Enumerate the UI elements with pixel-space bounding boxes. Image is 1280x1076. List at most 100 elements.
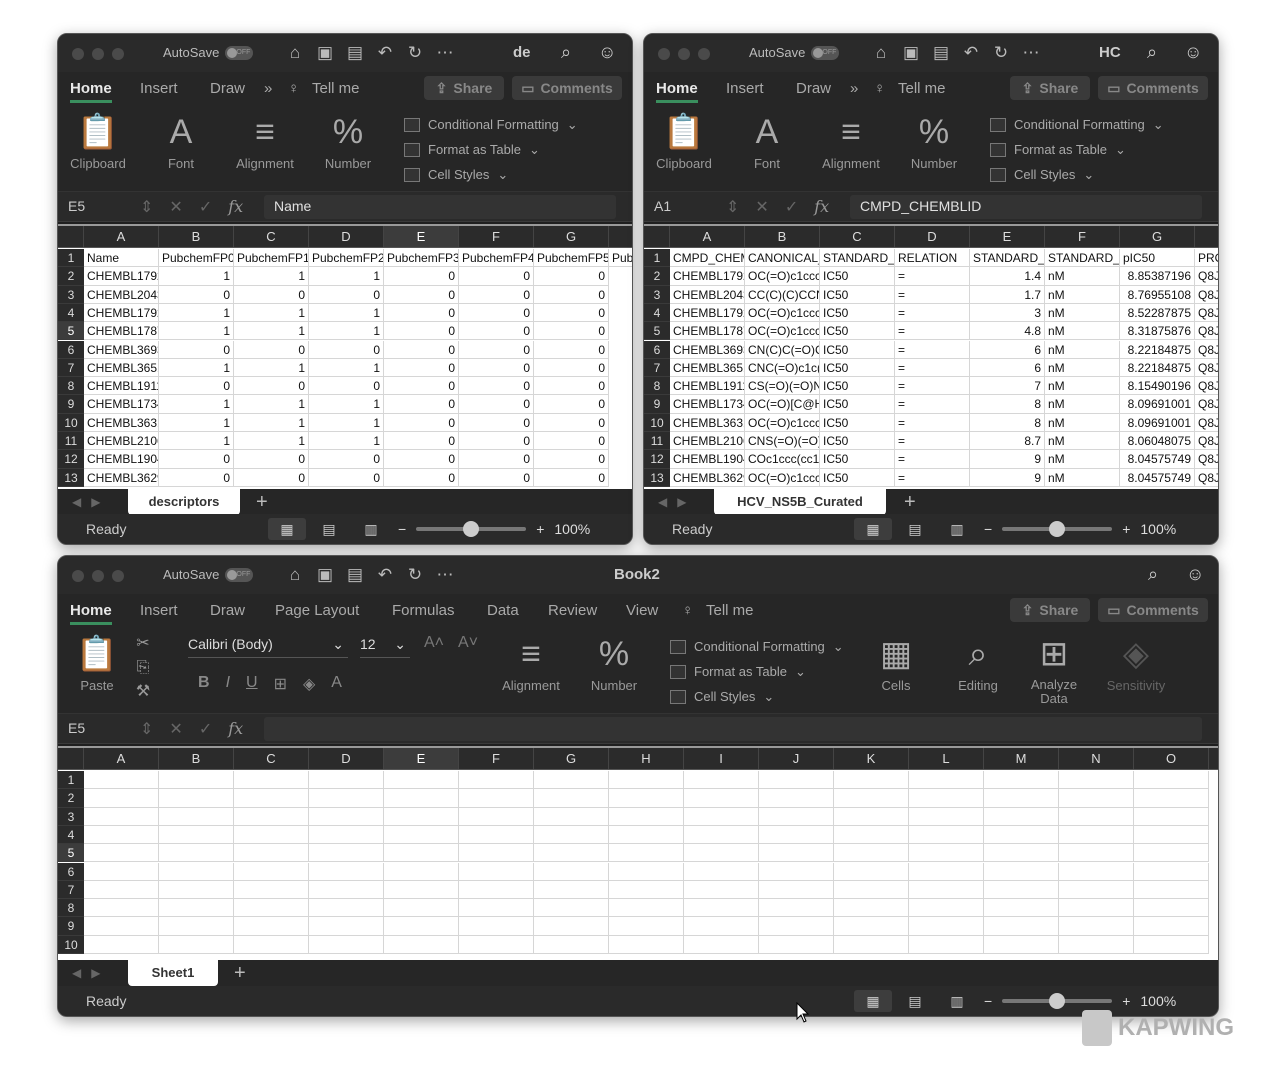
zoom-out-button[interactable]: − [984,521,992,537]
font-color-icon[interactable]: A [331,674,342,694]
italic-icon[interactable]: I [226,674,230,694]
tab-draw[interactable]: Draw [796,80,831,97]
table-cell[interactable] [534,807,609,826]
clipboard-group[interactable]: 📋 Clipboard [654,110,714,171]
table-cell[interactable]: STANDARD_ [820,249,895,268]
table-cell[interactable]: 9 [970,468,1045,487]
table-cell[interactable] [534,880,609,900]
table-cell[interactable]: CHEMBL1787 [84,322,159,341]
table-cell[interactable] [459,844,534,863]
table-cell[interactable] [684,825,759,845]
table-cell[interactable]: PubchemFP3 [384,249,459,268]
table-cell[interactable]: CHEMBL3693 [670,340,745,359]
table-cell[interactable]: = [895,413,970,432]
table-cell[interactable] [1059,862,1134,881]
table-cell[interactable] [984,880,1059,900]
row-header[interactable]: 2 [58,789,84,808]
format-as-table-button[interactable]: Format as Table ⌄ [404,137,578,162]
editing-group[interactable]: ⌕ Editing [946,632,1010,693]
table-cell[interactable] [909,789,984,808]
table-cell[interactable] [684,807,759,826]
table-cell[interactable] [159,771,234,790]
table-cell[interactable]: 0 [459,395,534,414]
clipboard-group[interactable]: 📋 Clipboard [68,110,128,171]
table-cell[interactable] [909,899,984,918]
table-cell[interactable]: 8.22184875 [1120,340,1195,359]
tab-review[interactable]: Review [548,602,597,619]
tab-tell-me[interactable]: Tell me [312,80,360,97]
page-layout-view-icon[interactable]: ▤ [896,518,934,540]
row-header[interactable]: 6 [58,340,84,359]
table-cell[interactable] [909,935,984,954]
table-cell[interactable] [1134,862,1209,881]
table-cell[interactable]: 8.09691001 [1120,413,1195,432]
autosave-switch[interactable]: OFF [225,567,254,582]
column-header-f[interactable]: F [459,226,534,247]
column-header-c[interactable]: C [234,226,309,247]
table-cell[interactable] [609,899,684,918]
autosave-toggle[interactable]: AutoSave OFF [749,45,840,60]
table-cell[interactable]: 1 [234,413,309,432]
table-cell[interactable] [984,771,1059,790]
table-cell[interactable] [984,862,1059,881]
table-cell[interactable]: RELATION [895,249,970,268]
page-break-view-icon[interactable]: ▥ [938,990,976,1012]
table-cell[interactable]: = [895,267,970,286]
add-sheet-button[interactable]: + [256,491,268,514]
table-cell[interactable] [234,844,309,863]
table-cell[interactable] [984,844,1059,863]
table-cell[interactable] [384,825,459,845]
table-cell[interactable] [759,862,834,881]
table-cell[interactable] [759,917,834,936]
table-cell[interactable]: Q8J [1195,285,1218,304]
cancel-icon[interactable]: ✕ [169,719,182,739]
table-cell[interactable] [834,899,909,918]
row-header[interactable]: 6 [58,862,84,881]
table-cell[interactable]: CHEMBL2043 [84,285,159,304]
format-as-table-button[interactable]: Format as Table ⌄ [990,137,1164,162]
zoom-knob[interactable] [1049,993,1066,1009]
column-header-e[interactable]: E [384,226,459,247]
page-layout-view-icon[interactable]: ▤ [310,518,348,540]
table-cell[interactable]: Q8J [1195,413,1218,432]
column-header-f[interactable]: F [1045,226,1120,247]
row-header[interactable]: 10 [58,413,84,432]
table-cell[interactable]: Q8J [1195,358,1218,378]
table-cell[interactable] [384,899,459,918]
table-cell[interactable]: 0 [534,468,609,487]
table-cell[interactable] [909,807,984,826]
minimize-dot[interactable] [678,48,690,60]
table-cell[interactable] [1134,917,1209,936]
table-cell[interactable] [684,899,759,918]
table-cell[interactable]: = [895,432,970,451]
table-cell[interactable] [234,825,309,845]
table-cell[interactable] [1134,825,1209,845]
table-cell[interactable]: 0 [159,450,234,469]
tab-insert[interactable]: Insert [140,602,178,619]
table-cell[interactable] [84,862,159,881]
table-cell[interactable] [84,899,159,918]
tab-draw[interactable]: Draw [210,602,245,619]
table-cell[interactable] [159,935,234,954]
table-cell[interactable] [1059,807,1134,826]
table-cell[interactable] [909,771,984,790]
table-cell[interactable]: Q8J [1195,395,1218,414]
table-cell[interactable] [384,789,459,808]
table-cell[interactable] [159,844,234,863]
table-cell[interactable] [984,917,1059,936]
table-cell[interactable]: CNC(=O)c1c( [745,358,820,378]
column-header-g[interactable]: G [534,226,609,247]
table-cell[interactable]: 1.7 [970,285,1045,304]
table-cell[interactable]: 0 [159,340,234,359]
table-cell[interactable] [984,899,1059,918]
table-cell[interactable]: 0 [234,450,309,469]
table-cell[interactable]: = [895,285,970,304]
table-cell[interactable] [159,899,234,918]
table-cell[interactable]: 0 [384,340,459,359]
table-cell[interactable]: IC50 [820,267,895,286]
row-header[interactable]: 7 [58,880,84,900]
table-cell[interactable]: PRO [1195,249,1218,268]
table-cell[interactable]: CHEMBL1787 [670,322,745,341]
table-cell[interactable]: Q8J [1195,450,1218,469]
stepper-icon[interactable]: ⇕ [726,197,739,217]
